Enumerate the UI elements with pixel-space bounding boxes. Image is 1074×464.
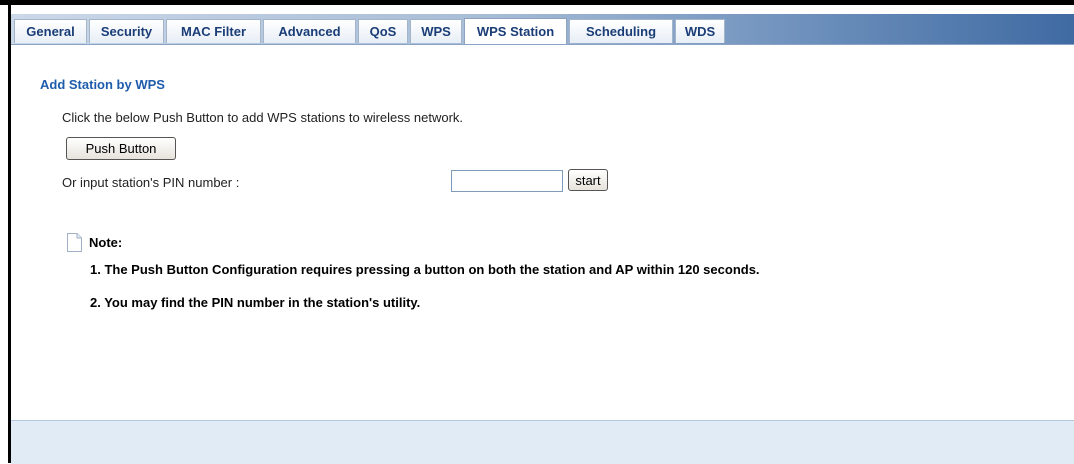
tab-wps[interactable]: WPS [410,19,462,43]
tab-mac-filter[interactable]: MAC Filter [166,19,261,43]
tab-general[interactable]: General [14,19,87,43]
section-title: Add Station by WPS [40,77,165,92]
pin-label: Or input station's PIN number : [62,175,240,190]
start-button[interactable]: start [568,169,608,191]
tab-wps-station[interactable]: WPS Station [464,18,567,44]
note-label: Note: [89,235,123,250]
push-button[interactable]: Push Button [66,137,176,160]
wireless-settings-panel: General Security MAC Filter Advanced QoS… [11,5,1074,464]
note-item-2: 2. You may find the PIN number in the st… [90,295,421,310]
bottom-action-bar [11,420,1074,464]
tab-qos[interactable]: QoS [358,19,408,43]
tab-security[interactable]: Security [89,19,164,43]
push-button-instruction: Click the below Push Button to add WPS s… [62,110,464,125]
pin-input[interactable] [451,170,563,192]
tab-advanced[interactable]: Advanced [263,19,356,43]
note-item-1: 1. The Push Button Configuration require… [90,262,760,277]
tab-scheduling[interactable]: Scheduling [569,19,673,43]
note-page-icon [67,233,82,252]
tab-bar: General Security MAC Filter Advanced QoS… [11,14,1074,45]
tab-wds[interactable]: WDS [675,19,725,43]
